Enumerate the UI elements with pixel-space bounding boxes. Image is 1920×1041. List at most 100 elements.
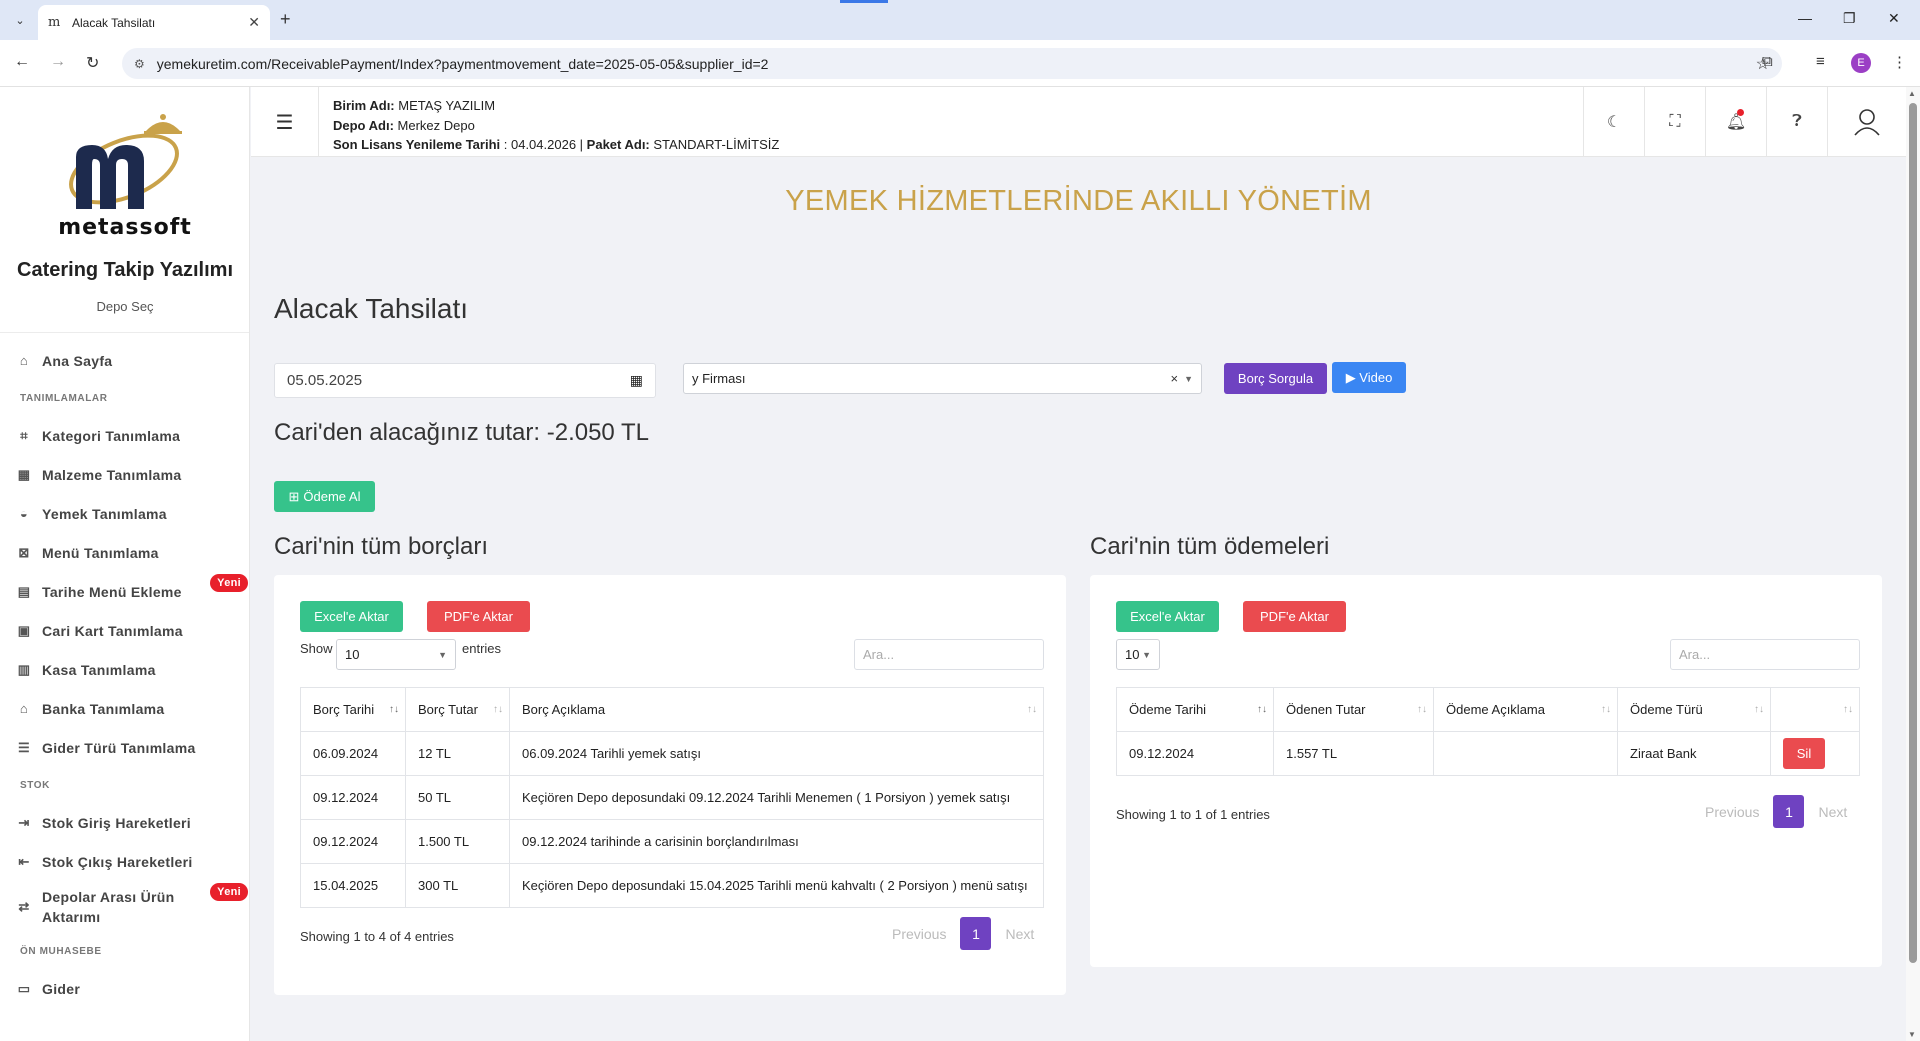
col-borc-tutar[interactable]: Borç Tutar ↑↓	[405, 687, 510, 732]
site-info-icon[interactable]: ⚙	[134, 57, 145, 71]
cell-description: Keçiören Depo deposundaki 09.12.2024 Tar…	[509, 775, 1044, 820]
payment-date-input[interactable]: 05.05.2025 ▦	[274, 363, 656, 398]
odeme-al-button[interactable]: ⊞ Ödeme Al	[274, 481, 375, 512]
extensions-icon[interactable]: ⧉	[1762, 53, 1773, 70]
payments-pdf-button[interactable]: PDF'e Aktar	[1243, 601, 1346, 632]
package-label: Paket Adı:	[586, 137, 650, 152]
hamburger-menu-icon[interactable]: ☰	[251, 87, 319, 157]
supplier-select[interactable]: y Firması × ▼	[683, 363, 1202, 394]
col-odeme-tarihi[interactable]: Ödeme Tarihi ↑↓	[1116, 687, 1274, 732]
sidebar-item-stok-giris[interactable]: ⇥ Stok Giriş Hareketleri	[0, 803, 249, 842]
sidebar-item-tarihe-menu[interactable]: ▤ Tarihe Menü Ekleme Yeni	[0, 572, 249, 611]
sidebar-item-label: Tarihe Menü Ekleme	[42, 583, 182, 600]
sidebar-item-banka[interactable]: ⌂ Banka Tanımlama	[0, 689, 249, 728]
tab-close-icon[interactable]: ✕	[248, 14, 260, 31]
cell-date: 09.12.2024	[1116, 731, 1274, 776]
payments-length-select[interactable]: 10 ▼	[1116, 639, 1160, 670]
borc-sorgula-button[interactable]: Borç Sorgula	[1224, 363, 1327, 394]
debts-search-input[interactable]: Ara...	[854, 639, 1044, 670]
debts-excel-button[interactable]: Excel'e Aktar	[300, 601, 403, 632]
next-button[interactable]: Next	[1005, 926, 1034, 942]
video-button[interactable]: ▶ Video	[1332, 362, 1406, 393]
sidebar-item-yemek[interactable]: ◒ Yemek Tanımlama	[0, 494, 249, 533]
sidebar: metassoft Catering Takip Yazılımı Depo S…	[0, 87, 250, 1041]
page-1-button[interactable]: 1	[1773, 795, 1805, 828]
debts-pdf-button[interactable]: PDF'e Aktar	[427, 601, 530, 632]
sort-icon: ↑↓	[1843, 704, 1853, 715]
fullscreen-icon[interactable]: ⛶	[1644, 87, 1705, 157]
tab-favicon: m	[48, 15, 61, 30]
previous-button[interactable]: Previous	[892, 926, 946, 942]
col-odeme-turu[interactable]: Ödeme Türü ↑↓	[1617, 687, 1771, 732]
col-borc-tarihi[interactable]: Borç Tarihi ↑↓	[300, 687, 406, 732]
user-profile-icon[interactable]	[1827, 87, 1906, 157]
sidebar-item-label: Malzeme Tanımlama	[42, 466, 182, 483]
notification-bell-icon[interactable]: 🔔︎	[1705, 87, 1766, 157]
sidebar-item-malzeme[interactable]: ▦ Malzeme Tanımlama	[0, 455, 249, 494]
col-borc-aciklama[interactable]: Borç Açıklama ↑↓	[509, 687, 1044, 732]
page-scrollbar[interactable]: ▲ ▼	[1906, 87, 1920, 1041]
sidebar-item-label: Stok Giriş Hareketleri	[42, 814, 191, 831]
payments-search-input[interactable]: Ara...	[1670, 639, 1860, 670]
browser-address-row: ← → ↻ ⚙ yemekuretim.com/ReceivablePaymen…	[0, 40, 1920, 87]
address-bar[interactable]: ⚙ yemekuretim.com/ReceivablePayment/Inde…	[122, 48, 1782, 79]
new-badge: Yeni	[210, 883, 248, 901]
new-tab-icon[interactable]: +	[280, 9, 291, 30]
sidebar-item-gider[interactable]: ▭ Gider	[0, 969, 249, 1008]
id-card-icon: ▣	[17, 622, 31, 638]
sidebar-item-menu[interactable]: ⊠ Menü Tanımlama	[0, 533, 249, 572]
sort-icon: ↑↓	[1754, 704, 1764, 715]
sort-icon: ↑↓	[1417, 704, 1427, 715]
scroll-down-icon[interactable]: ▼	[1908, 1030, 1916, 1039]
tab-strip-accent	[840, 0, 888, 3]
reload-icon[interactable]: ↻	[86, 53, 99, 73]
sidebar-item-kasa[interactable]: ▥ Kasa Tanımlama	[0, 650, 249, 689]
sidebar-item-depolar-arasi[interactable]: ⇄ Depolar Arası Ürün Aktarımı Yeni	[0, 881, 249, 933]
cell-description	[1433, 731, 1618, 776]
sort-icon: ↑↓	[1027, 704, 1037, 715]
top-header: ☰ Birim Adı: METAŞ YAZILIM Depo Adı: Mer…	[251, 87, 1906, 157]
sidebar-section-on-muhasebe: ÖN MUHASEBE	[20, 945, 102, 957]
sidebar-item-ana-sayfa[interactable]: ⌂ Ana Sayfa	[0, 341, 249, 380]
sidebar-item-cari-kart[interactable]: ▣ Cari Kart Tanımlama	[0, 611, 249, 650]
delete-button[interactable]: Sil	[1783, 738, 1825, 769]
url-text[interactable]: yemekuretim.com/ReceivablePayment/Index?…	[157, 56, 769, 72]
expense-icon: ▭	[17, 980, 31, 996]
col-odenen-tutar[interactable]: Ödenen Tutar ↑↓	[1273, 687, 1434, 732]
help-icon[interactable]: ❓︎	[1766, 87, 1827, 157]
minimize-icon[interactable]: —	[1798, 10, 1812, 26]
calendar-picker-icon[interactable]: ▦	[630, 372, 643, 389]
bank-icon: ⌂	[19, 701, 29, 716]
dark-mode-icon[interactable]: ☾	[1583, 87, 1644, 157]
depot-select-link[interactable]: Depo Seç	[0, 299, 249, 314]
scroll-up-icon[interactable]: ▲	[1908, 89, 1916, 98]
sidebar-item-kategori[interactable]: ⌗ Kategori Tanımlama	[0, 416, 249, 455]
payments-excel-button[interactable]: Excel'e Aktar	[1116, 601, 1219, 632]
forward-icon[interactable]: →	[50, 53, 66, 71]
entries-label: entries	[462, 641, 502, 656]
cell-payment-type: Ziraat Bank	[1617, 731, 1771, 776]
media-control-icon[interactable]: ≡	[1816, 53, 1825, 70]
sidebar-item-gider-turu[interactable]: ☰ Gider Türü Tanımlama	[0, 728, 249, 767]
scrollbar-thumb[interactable]	[1909, 103, 1917, 963]
debts-length-select[interactable]: 10 ▼	[336, 639, 456, 670]
bowl-icon: ◒	[19, 506, 29, 521]
tab-search-chevron-icon[interactable]: ⌄	[8, 8, 32, 32]
window-close-icon[interactable]: ✕	[1888, 10, 1900, 27]
restore-icon[interactable]: ❐	[1843, 10, 1856, 27]
col-actions[interactable]: ↑↓	[1770, 687, 1860, 732]
sidebar-section-tanimlamalar: TANIMLAMALAR	[20, 392, 108, 404]
previous-button[interactable]: Previous	[1705, 804, 1759, 820]
col-odeme-aciklama[interactable]: Ödeme Açıklama ↑↓	[1433, 687, 1618, 732]
clear-selection-icon[interactable]: ×	[1170, 371, 1178, 386]
browser-tab[interactable]: m Alacak Tahsilatı ✕	[38, 5, 270, 40]
sidebar-item-stok-cikis[interactable]: ⇤ Stok Çıkış Hareketleri	[0, 842, 249, 881]
next-button[interactable]: Next	[1818, 804, 1847, 820]
profile-avatar[interactable]: E	[1851, 53, 1871, 73]
browser-menu-icon[interactable]: ⋮	[1892, 53, 1907, 71]
back-icon[interactable]: ←	[14, 53, 30, 71]
cell-amount: 300 TL	[405, 863, 510, 908]
page-1-button[interactable]: 1	[960, 917, 992, 950]
birim-value: METAŞ YAZILIM	[398, 98, 496, 113]
payments-pagination: Previous 1 Next	[1705, 795, 1847, 828]
